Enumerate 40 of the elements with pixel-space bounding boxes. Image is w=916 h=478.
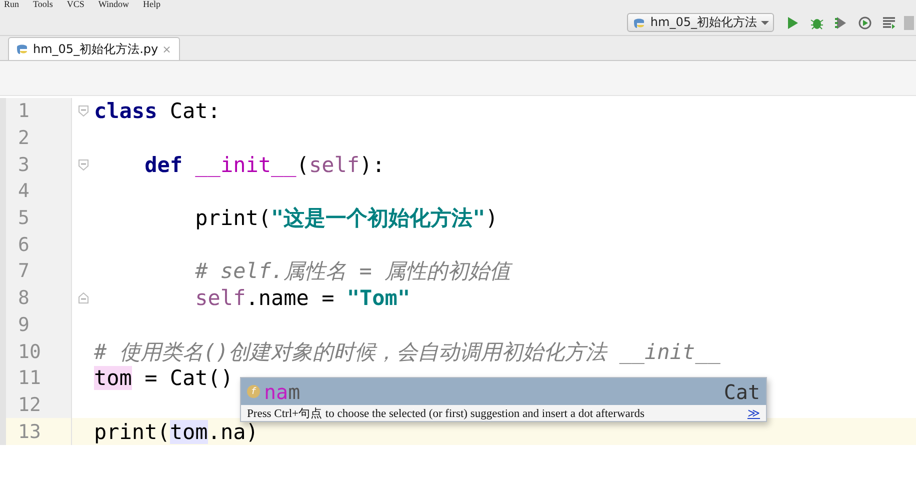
run-configuration-dropdown[interactable]: hm_05_初始化方法 [627,13,774,32]
line-number: 12 [18,394,41,416]
caret-icon [761,20,769,26]
code-text: # 使用类名()创建对象的时候，会自动调用初始化方法 __init__ [94,338,720,365]
code-text: class Cat: [94,98,220,124]
fold-marker-icon[interactable] [78,158,88,171]
python-file-icon [15,42,29,56]
stop-icon[interactable] [904,16,914,30]
type-label: Cat [724,380,760,404]
code-text: self.name = "Tom" [194,285,410,312]
line-number: 3 [18,154,30,176]
field-icon: f [247,385,260,398]
hint-link[interactable]: ≫ [747,406,760,420]
menu-item[interactable]: Help [143,0,161,9]
line-number: 2 [18,127,30,150]
editor-tab[interactable]: hm_05_初始化方法.py × [8,37,180,60]
menu-item[interactable]: Run [4,0,20,9]
line-number: 13 [18,420,41,443]
completion-hint: Press Ctrl+句点 to choose the selected (or first) suggestion and insert a dot afterwards [247,406,644,420]
line-number: 9 [18,314,30,336]
menu-item[interactable]: VCS [66,0,84,9]
code-text: def __init__(self): [144,152,385,178]
line-number: 8 [18,287,30,310]
fold-marker-icon[interactable] [78,292,88,304]
completion-item[interactable]: f nam Cat [241,378,766,405]
line-number: 10 [18,340,41,363]
line-number: 4 [18,180,30,202]
code-text: tom = Cat() [94,365,234,392]
line-number: 6 [18,234,30,256]
fold-marker-icon[interactable] [78,105,88,118]
tab-label: hm_05_初始化方法.py [33,40,158,58]
code-text: print("这是一个初始化方法") [194,205,498,232]
code-text: print(tom.na) [94,418,258,445]
line-number: 1 [18,100,30,122]
line-number: 5 [18,207,30,230]
line-number: 11 [18,367,41,390]
code-text: # self.属性名 = 属性的初始值 [194,258,511,284]
line-number: 7 [18,260,30,282]
menu-item[interactable]: Window [98,0,130,9]
menu-item[interactable]: Tools [33,0,53,9]
